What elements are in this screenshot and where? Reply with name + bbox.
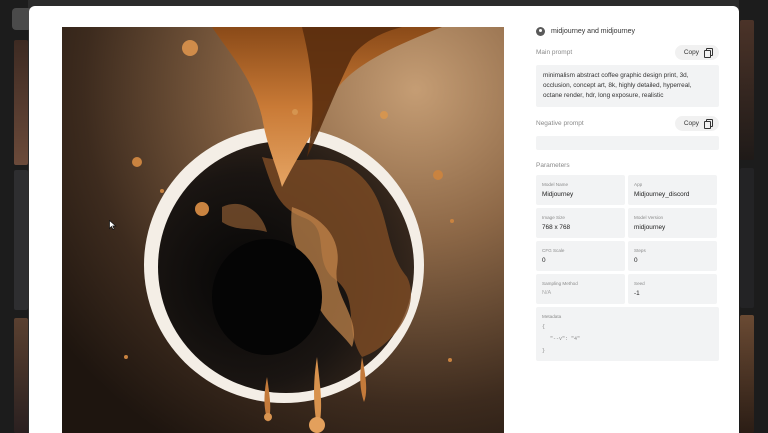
- copy-button-label: Copy: [683, 48, 699, 56]
- copy-main-prompt-button[interactable]: Copy: [674, 44, 719, 60]
- param-steps: Steps 0: [628, 241, 717, 271]
- negative-prompt-text[interactable]: [536, 136, 719, 150]
- parameters-grid: Model Name Midjourney App Midjourney_dis…: [536, 175, 719, 304]
- param-value: N/A: [542, 290, 552, 296]
- author-row[interactable]: midjourney and midjourney: [536, 23, 719, 39]
- param-key: Seed: [634, 281, 645, 286]
- param-key: App: [634, 182, 643, 187]
- param-value: 0: [634, 257, 638, 264]
- param-key: Model Name: [542, 182, 569, 187]
- mouse-cursor-icon: [109, 220, 117, 230]
- gallery-tile: [740, 168, 754, 308]
- param-key: Steps: [634, 248, 646, 253]
- param-key: Model Version: [634, 215, 664, 220]
- param-value: Midjourney_discord: [634, 191, 690, 198]
- param-key: Sampling Method: [542, 281, 578, 286]
- param-cfg-scale: CFG Scale 0: [536, 241, 625, 271]
- param-value: 0: [542, 257, 546, 264]
- param-sampling-method: Sampling Method N/A: [536, 274, 625, 304]
- copy-icon: [704, 119, 713, 129]
- parameters-title: Parameters: [536, 162, 570, 169]
- gallery-tile: [740, 20, 754, 160]
- metadata-line: {: [542, 324, 546, 330]
- generated-image[interactable]: [62, 27, 504, 433]
- gallery-tile: [740, 315, 754, 433]
- metadata-line: "--v": "4": [550, 336, 581, 342]
- copy-icon: [704, 48, 713, 58]
- param-value: 768 x 768: [542, 224, 571, 231]
- copy-button-label: Copy: [683, 119, 699, 127]
- gallery-tile: [14, 40, 28, 165]
- main-prompt-header: Main prompt Copy: [536, 44, 719, 60]
- details-panel: midjourney and midjourney Main prompt Co…: [536, 23, 719, 361]
- user-icon: [536, 26, 545, 36]
- param-value: midjourney: [634, 224, 666, 231]
- metadata-label: Metadata: [542, 314, 562, 319]
- param-key: CFG Scale: [542, 248, 565, 253]
- param-model-name: Model Name Midjourney: [536, 175, 625, 205]
- param-value: Midjourney: [542, 191, 574, 198]
- param-key: Image Size: [542, 215, 565, 220]
- metadata-line: }: [542, 348, 546, 354]
- param-image-size: Image Size 768 x 768: [536, 208, 625, 238]
- param-seed: Seed -1: [628, 274, 717, 304]
- metadata-box[interactable]: Metadata { "--v": "4" }: [536, 307, 719, 361]
- negative-prompt-label: Negative prompt: [536, 119, 584, 127]
- main-prompt-label: Main prompt: [536, 48, 573, 56]
- image-detail-modal: midjourney and midjourney Main prompt Co…: [29, 6, 739, 433]
- param-value: -1: [634, 290, 640, 297]
- param-app: App Midjourney_discord: [628, 175, 717, 205]
- main-prompt-text[interactable]: minimalism abstract coffee graphic desig…: [536, 65, 719, 107]
- author-name[interactable]: midjourney and midjourney: [551, 28, 635, 35]
- coffee-splash-artwork: [62, 27, 504, 433]
- param-model-version: Model Version midjourney: [628, 208, 717, 238]
- negative-prompt-header: Negative prompt Copy: [536, 115, 719, 131]
- copy-negative-prompt-button[interactable]: Copy: [674, 115, 719, 131]
- gallery-tile: [14, 170, 28, 310]
- gallery-tile: [14, 318, 28, 433]
